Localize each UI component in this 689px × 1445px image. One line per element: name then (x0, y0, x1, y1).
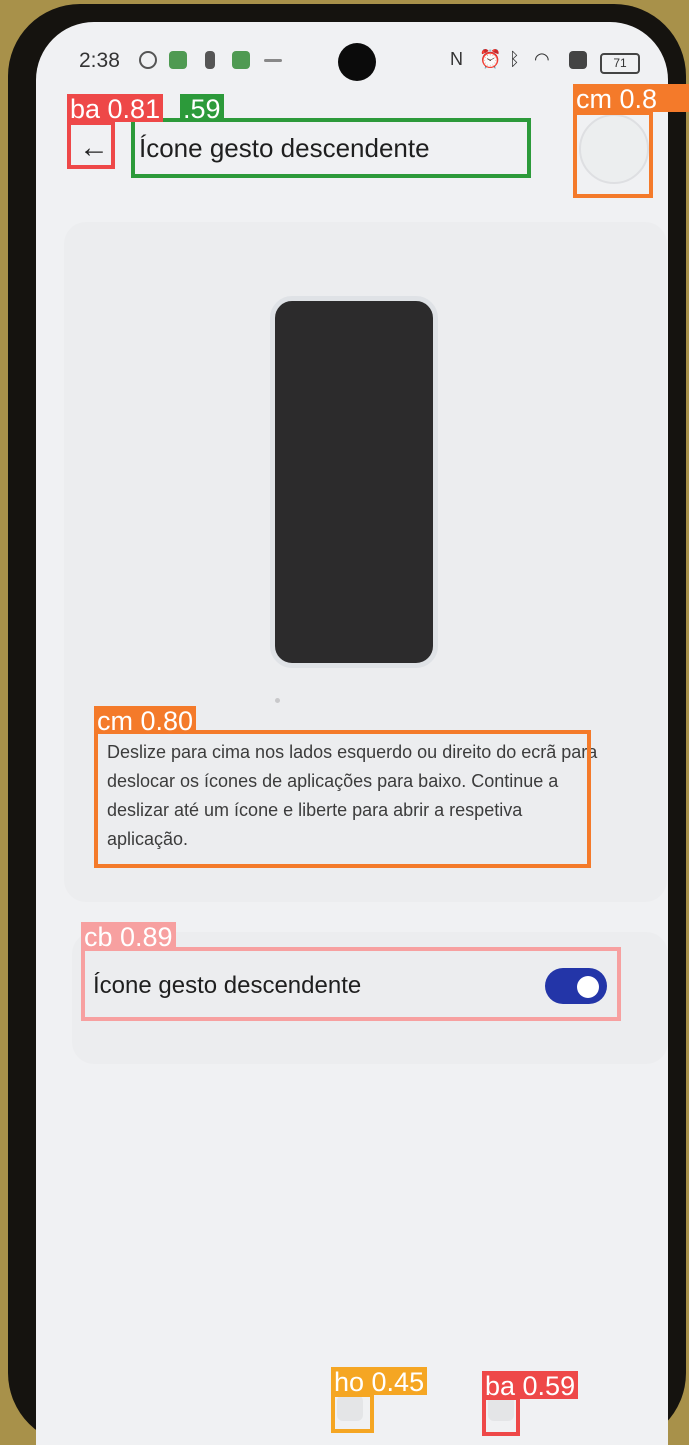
page-indicator-dot (275, 698, 280, 703)
app-icon-green (232, 51, 250, 69)
detection-label-title: .59 (180, 94, 224, 124)
front-camera (338, 43, 376, 81)
battery-indicator: 71 (600, 53, 640, 74)
sim-icon (569, 51, 587, 69)
detection-box-nav-back (482, 1396, 520, 1436)
lock-icon (205, 51, 215, 69)
alarm-icon: ⏰ (479, 49, 502, 69)
nfc-icon: N (450, 49, 463, 69)
detection-label-home: ho 0.45 (331, 1367, 428, 1397)
status-time: 2:38 (79, 49, 120, 72)
more-icon (264, 59, 282, 62)
detection-label-setting: cb 0.89 (81, 922, 176, 952)
gesture-preview-image (270, 296, 438, 668)
detection-box-home (331, 1393, 374, 1433)
detection-box-back (67, 121, 115, 169)
detection-label-description: cm 0.80 (94, 706, 197, 736)
detection-box-title (131, 118, 531, 178)
detection-box-description (94, 730, 591, 868)
detection-label-back: ba 0.81 (67, 94, 164, 124)
bluetooth-icon: ᛒ (509, 49, 520, 69)
detection-label-nav-back: ba 0.59 (482, 1371, 579, 1401)
app-icon-green (169, 51, 187, 69)
wifi-icon: ◠ (534, 49, 550, 69)
settings-icon (139, 51, 157, 69)
detection-box-avatar (573, 111, 653, 198)
detection-label-avatar: cm 0.8 (573, 84, 689, 112)
detection-box-setting (81, 947, 621, 1021)
